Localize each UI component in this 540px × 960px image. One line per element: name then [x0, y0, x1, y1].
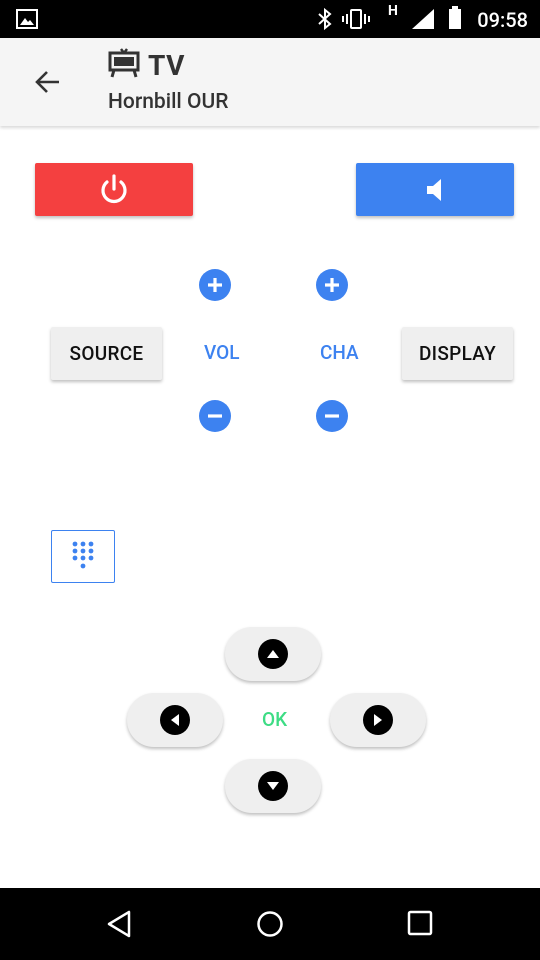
dpad-left-button[interactable]: [127, 693, 223, 747]
image-icon: [16, 9, 38, 33]
circle-home-icon: [257, 911, 283, 937]
dialpad-icon: [72, 541, 94, 568]
cha-up-button[interactable]: [316, 269, 348, 301]
battery-icon: [448, 6, 462, 34]
title-row: TV: [108, 48, 185, 82]
minus-icon: [325, 414, 339, 418]
back-arrow-icon: [35, 71, 59, 93]
square-recents-icon: [407, 910, 433, 936]
down-arrow-icon: [258, 771, 288, 801]
triangle-back-icon: [107, 910, 131, 938]
bluetooth-icon: [316, 7, 334, 35]
app-header: TV Hornbill OUR: [0, 38, 540, 126]
nav-recents-button[interactable]: [407, 910, 433, 940]
power-icon: [101, 173, 127, 203]
ok-button[interactable]: OK: [262, 708, 287, 731]
nav-back-button[interactable]: [106, 910, 134, 942]
plus-icon: [325, 278, 339, 292]
vibrate-icon: [342, 8, 370, 34]
keypad-button[interactable]: [51, 530, 115, 583]
mute-button[interactable]: [356, 163, 514, 216]
tv-icon: [108, 48, 140, 82]
vol-down-button[interactable]: [199, 400, 231, 432]
left-arrow-icon: [160, 705, 190, 735]
volume-icon: [427, 178, 441, 201]
cha-label: CHA: [320, 341, 359, 364]
device-name: Hornbill OUR: [108, 90, 229, 114]
back-button[interactable]: [28, 62, 68, 102]
display-button[interactable]: DISPLAY: [402, 327, 513, 380]
cha-down-button[interactable]: [316, 400, 348, 432]
minus-icon: [208, 414, 222, 418]
signal-icon: [410, 8, 436, 34]
h-network-icon: H: [388, 3, 398, 19]
vol-label: VOL: [204, 341, 240, 364]
plus-icon: [208, 278, 222, 292]
power-button[interactable]: [35, 163, 193, 216]
dpad-down-button[interactable]: [225, 759, 321, 813]
status-time: 09:58: [477, 8, 528, 32]
dpad-up-button[interactable]: [225, 627, 321, 681]
navigation-bar: [0, 888, 540, 960]
up-arrow-icon: [258, 639, 288, 669]
vol-up-button[interactable]: [199, 269, 231, 301]
dpad-right-button[interactable]: [330, 693, 426, 747]
status-bar: H 09:58: [0, 0, 540, 38]
page-title: TV: [148, 48, 185, 82]
right-arrow-icon: [363, 705, 393, 735]
source-button[interactable]: SOURCE: [51, 327, 162, 380]
nav-home-button[interactable]: [256, 910, 284, 942]
